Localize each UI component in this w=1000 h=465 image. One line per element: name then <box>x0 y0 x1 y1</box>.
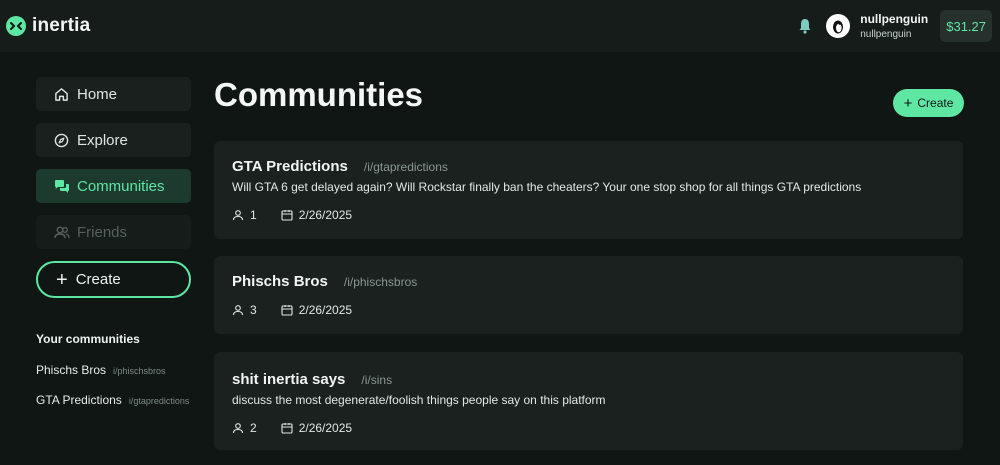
community-handle: /i/phischsbros <box>343 275 418 289</box>
member-count: 3 <box>250 303 257 317</box>
your-community-item[interactable]: Phischs Bros i/phischsbros <box>36 363 192 377</box>
community-name: Phischs Bros <box>232 273 328 290</box>
created-date: 2/26/2025 <box>298 208 353 222</box>
community-description: Will GTA 6 get delayed again? Will Rocks… <box>232 180 862 194</box>
community-name: shit inertia says <box>232 371 346 388</box>
sidebar-item-friends[interactable]: Friends <box>36 215 191 249</box>
member-count: 1 <box>250 208 257 222</box>
your-community-name: GTA Predictions <box>36 393 122 407</box>
sidebar-item-home[interactable]: Home <box>36 77 191 111</box>
created-date: 2/26/2025 <box>298 303 353 317</box>
community-handle: /i/sins <box>361 373 393 387</box>
notification-bell-icon[interactable] <box>798 17 814 35</box>
sidebar-item-explore[interactable]: Explore <box>36 123 191 157</box>
page-title: Communities <box>214 76 424 113</box>
create-label: Create <box>917 96 954 110</box>
sidebar-item-communities[interactable]: Communities <box>36 169 191 203</box>
community-card[interactable]: shit inertia says /i/sins discuss the mo… <box>214 352 963 450</box>
plus-icon: + <box>903 94 913 112</box>
members-icon <box>232 209 244 221</box>
community-name: GTA Predictions <box>232 158 348 175</box>
your-community-name: Phischs Bros <box>36 363 107 377</box>
your-community-handle: i/gtapredictions <box>128 396 190 406</box>
community-card[interactable]: GTA Predictions /i/gtapredictions Will G… <box>214 141 963 239</box>
calendar-icon <box>281 209 293 221</box>
top-bar: inertia nullpenguin nullpenguin $31.27 <box>0 0 1000 52</box>
user-block[interactable]: nullpenguin nullpenguin <box>860 12 928 40</box>
create-community-button[interactable]: + Create <box>36 261 191 298</box>
create-button[interactable]: + Create <box>893 89 964 117</box>
home-icon <box>54 86 70 102</box>
brand[interactable]: inertia <box>6 15 90 37</box>
inertia-logo-icon <box>6 16 26 36</box>
avatar[interactable] <box>826 14 851 38</box>
chat-icon <box>54 178 70 194</box>
create-label: Create <box>75 271 121 288</box>
sidebar-item-label: Communities <box>77 177 165 195</box>
sidebar-item-label: Friends <box>77 223 128 241</box>
brand-name: inertia <box>32 15 91 36</box>
calendar-icon <box>281 422 293 434</box>
created-date: 2/26/2025 <box>298 421 353 435</box>
members-icon <box>232 422 244 434</box>
user-handle: nullpenguin <box>860 29 912 40</box>
community-card[interactable]: Phischs Bros /i/phischsbros 3 2/26/2025 <box>214 256 963 334</box>
community-description: discuss the most degenerate/foolish thin… <box>232 393 606 407</box>
user-name: nullpenguin <box>860 12 929 26</box>
member-count: 2 <box>250 421 257 435</box>
community-handle: /i/gtapredictions <box>363 160 448 174</box>
your-communities-title: Your communities <box>36 332 140 346</box>
members-icon <box>232 304 244 316</box>
calendar-icon <box>281 304 293 316</box>
balance-badge[interactable]: $31.27 <box>940 10 992 42</box>
sidebar: Home Explore Communities Friends + Creat… <box>36 77 192 407</box>
your-community-item[interactable]: GTA Predictions i/gtapredictions <box>36 393 192 407</box>
compass-icon <box>54 132 70 148</box>
users-icon <box>54 224 70 240</box>
sidebar-item-label: Explore <box>77 131 128 149</box>
sidebar-item-label: Home <box>77 85 118 103</box>
plus-icon: + <box>56 268 68 291</box>
your-community-handle: i/phischsbros <box>113 366 166 376</box>
